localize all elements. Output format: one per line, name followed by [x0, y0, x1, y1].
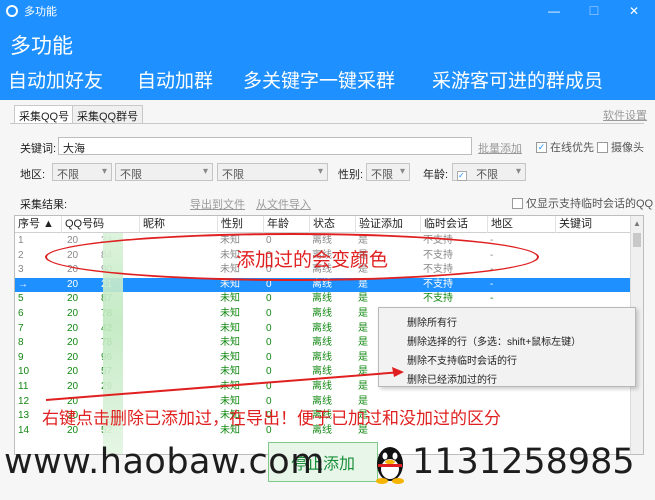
app-big-title: 多功能	[10, 35, 73, 58]
feature-keyword-collect-groups[interactable]: 多关键字一键采群	[243, 66, 395, 93]
window-title: 多功能	[24, 6, 57, 18]
watermark-site: www.haobaw.com	[4, 442, 325, 482]
feature-auto-join-group[interactable]: 自动加群	[137, 66, 213, 93]
minimize-button[interactable]: —	[537, 0, 571, 22]
qq-penguin-icon	[376, 447, 404, 484]
app-icon	[6, 5, 18, 17]
title-bar: 多功能 — ☐ ✕	[0, 0, 655, 22]
main-content: 采集QQ号 采集QQ群号 软件设置 关键词: 大海 批量添加 ✓ 在线优先 摄像…	[0, 100, 655, 500]
annotation-arrow	[45, 367, 404, 401]
feature-collect-guest-members[interactable]: 采游客可进的群成员	[432, 66, 603, 93]
close-button[interactable]: ✕	[617, 0, 651, 22]
maximize-button[interactable]: ☐	[577, 0, 611, 22]
header-banner: 多功能 自动加好友 自动加群 多关键字一键采群 采游客可进的群成员	[0, 22, 655, 100]
annotation-right-click-tip: 右键点击删除已添加过，在导出！便于已加过和没加过的区分	[42, 409, 501, 428]
watermark-qq-number: 1131258985	[412, 442, 635, 482]
feature-auto-add-friends[interactable]: 自动加好友	[8, 66, 103, 93]
